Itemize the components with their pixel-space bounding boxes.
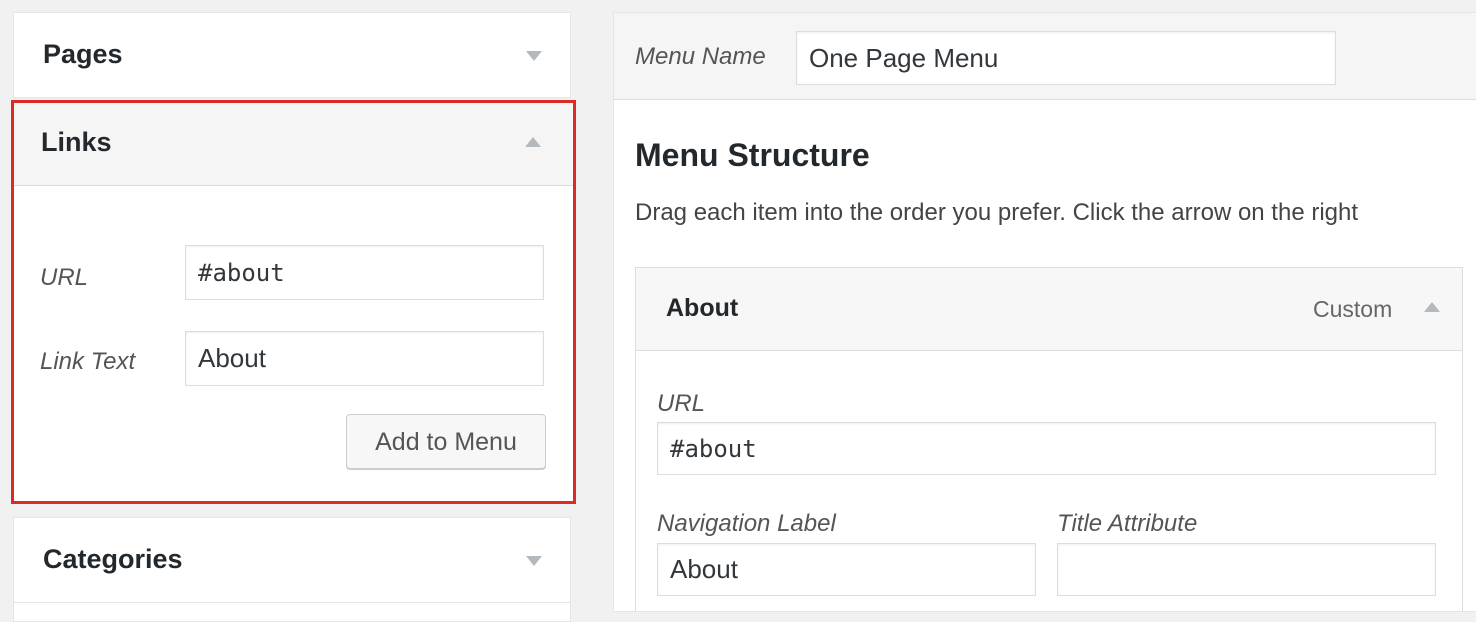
- collapse-arrow-icon[interactable]: [525, 137, 541, 147]
- link-text-input[interactable]: [185, 331, 544, 386]
- menu-structure-title: Menu Structure: [635, 137, 870, 173]
- add-to-menu-button[interactable]: Add to Menu: [346, 414, 546, 469]
- menu-name-input[interactable]: [796, 31, 1336, 85]
- menu-item-about: About Custom URL Navigation Label Title …: [635, 267, 1463, 611]
- collapse-arrow-icon[interactable]: [1424, 302, 1440, 312]
- links-title: Links: [41, 127, 112, 157]
- navigation-label-input[interactable]: [657, 543, 1036, 596]
- item-url-label: URL: [657, 390, 706, 417]
- menu-item-type: Custom: [1313, 296, 1393, 322]
- url-label: URL: [40, 264, 89, 291]
- item-url-input[interactable]: [657, 422, 1436, 475]
- links-accordion-header[interactable]: Links: [14, 103, 573, 186]
- link-text-label: Link Text: [40, 348, 136, 375]
- categories-title: Categories: [43, 544, 183, 574]
- title-attribute-label: Title Attribute: [1057, 510, 1198, 537]
- menu-item-bar[interactable]: About Custom: [636, 268, 1462, 351]
- menu-header: Menu Name: [614, 13, 1476, 100]
- links-accordion: Links URL Link Text Add to Menu: [11, 100, 576, 504]
- menu-items-sidebar: Pages Links URL Link Text Add to Menu Ca…: [11, 12, 576, 622]
- menu-name-label: Menu Name: [635, 43, 766, 70]
- title-attribute-input[interactable]: [1057, 543, 1436, 596]
- expand-arrow-icon[interactable]: [526, 556, 542, 566]
- menu-item-title: About: [666, 294, 739, 322]
- categories-accordion[interactable]: Categories: [13, 517, 571, 603]
- url-input[interactable]: [185, 245, 544, 300]
- expand-arrow-icon[interactable]: [526, 51, 542, 61]
- pages-title: Pages: [43, 39, 123, 69]
- navigation-label-label: Navigation Label: [657, 510, 836, 537]
- menu-editor: Menu Name Menu Structure Drag each item …: [613, 12, 1476, 612]
- next-accordion[interactable]: [13, 602, 571, 622]
- menu-structure-description: Drag each item into the order you prefer…: [635, 199, 1359, 226]
- pages-accordion[interactable]: Pages: [13, 12, 571, 98]
